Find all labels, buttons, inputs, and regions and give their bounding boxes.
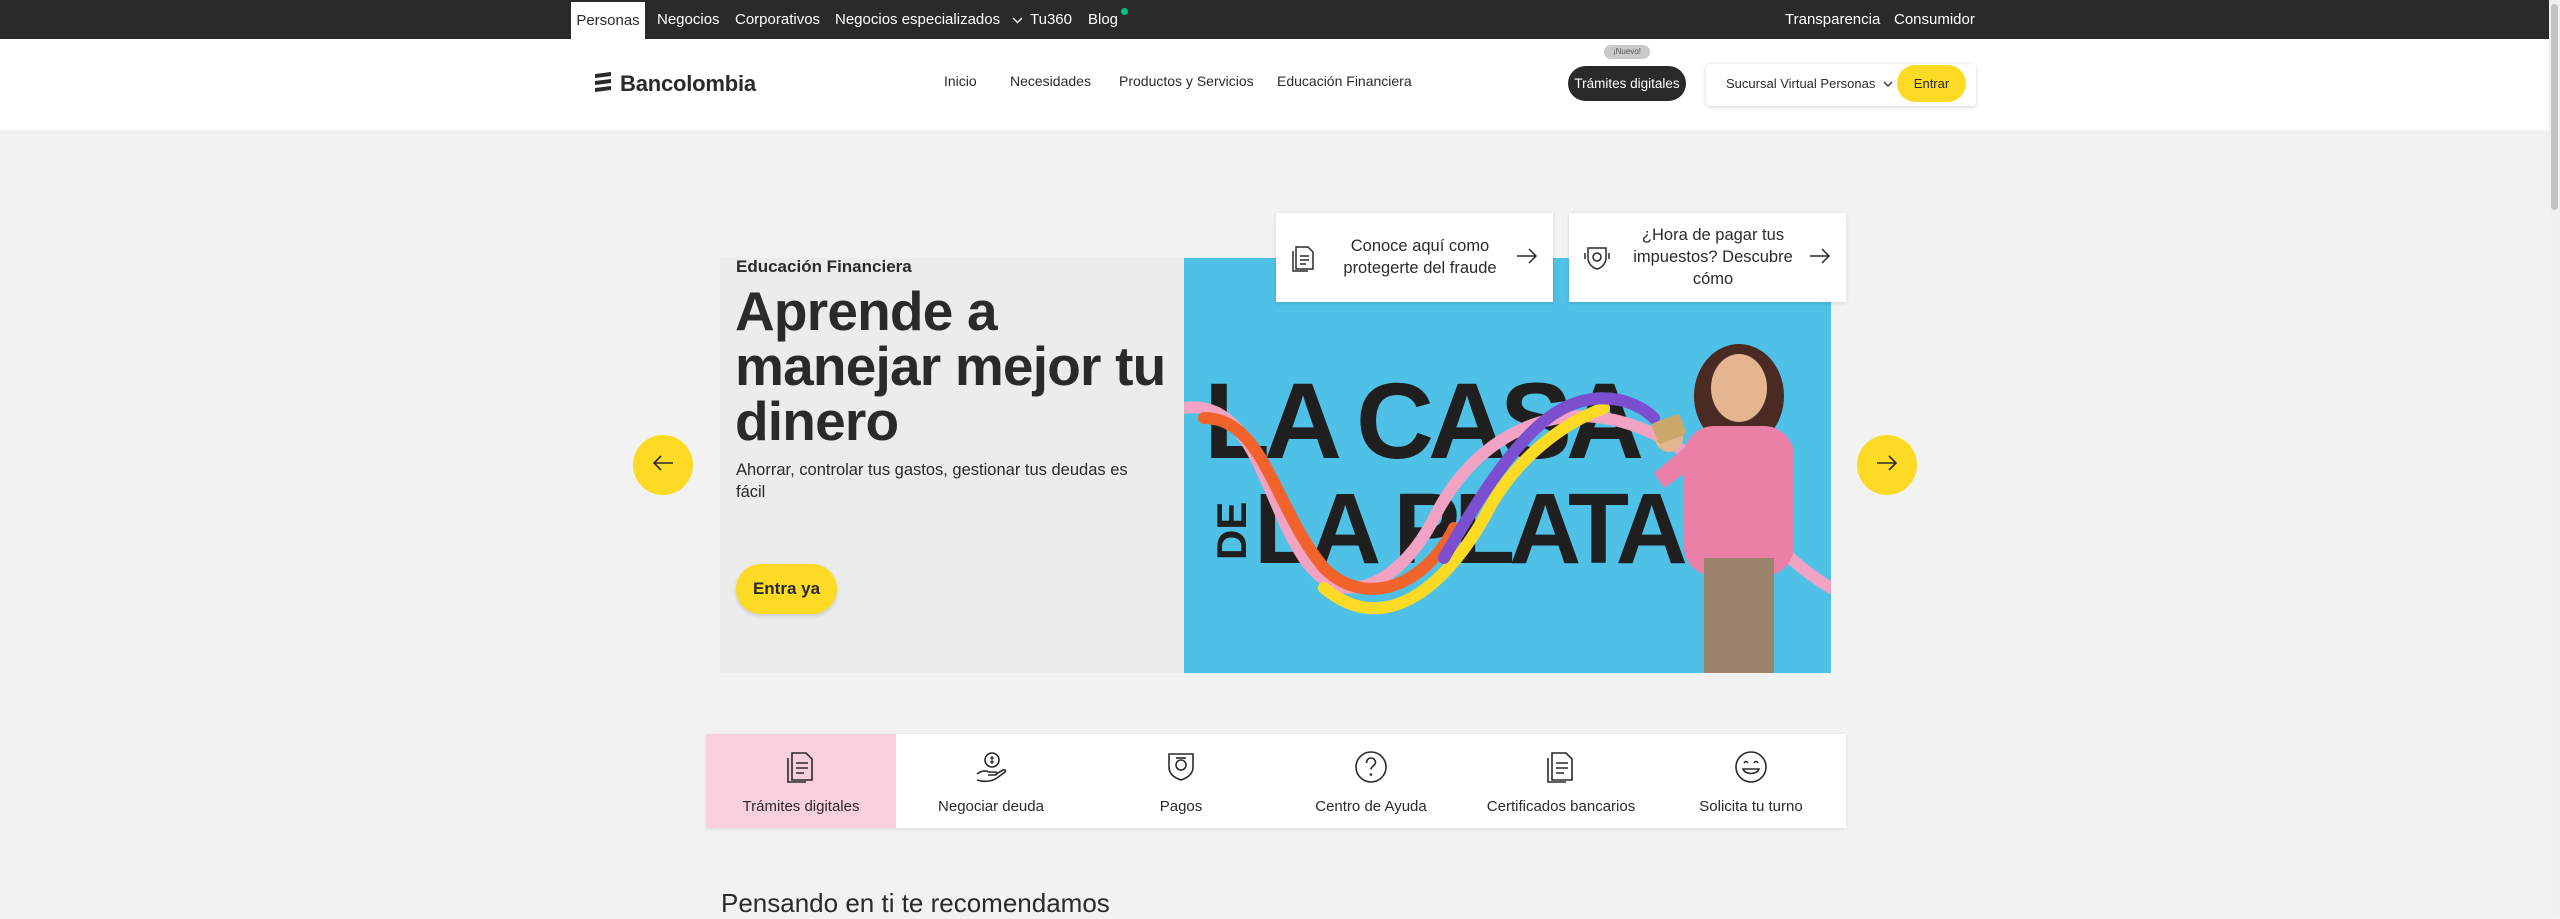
quick-pagos-label: Pagos <box>1159 798 1203 815</box>
quick-tramites-digitales-label: Trámites digitales <box>742 798 860 815</box>
arrow-left-icon <box>652 454 674 477</box>
document-icon <box>1290 244 1318 277</box>
scrollbar-thumb[interactable] <box>2551 4 2558 210</box>
hero-title: Aprende a manejar mejor tu dinero <box>735 280 1166 452</box>
carousel-next-button[interactable] <box>1857 435 1917 495</box>
impuestos-card-text: ¿Hora de pagar tus impuestos? Descubre c… <box>1633 226 1793 288</box>
smile-icon <box>1734 750 1768 784</box>
segment-negocios[interactable]: Negocios <box>657 0 720 39</box>
quick-pagos[interactable]: Pagos <box>1086 734 1276 828</box>
quick-access-bar: Trámites digitales Negociar deuda Pagos … <box>706 734 1846 828</box>
quick-negociar-deuda-label: Negociar deuda <box>938 798 1044 815</box>
entra-ya-button[interactable]: Entra ya <box>736 564 837 614</box>
quick-solicita-turno-label: Solicita tu turno <box>1699 798 1803 815</box>
quick-tramites-digitales[interactable]: Trámites digitales <box>706 734 896 828</box>
quick-solicita-turno[interactable]: Solicita tu turno <box>1656 734 1846 828</box>
impuestos-card[interactable]: ¿Hora de pagar tus impuestos? Descubre c… <box>1569 213 1846 302</box>
quick-centro-ayuda-label: Centro de Ayuda <box>1315 798 1427 815</box>
hero-description: Ahorrar, controlar tus gastos, gestionar… <box>736 461 1128 501</box>
new-badge: ¡Nuevo! <box>1604 45 1650 59</box>
segment-blog-label: Blog <box>1088 11 1119 28</box>
segment-corporativos[interactable]: Corporativos <box>735 0 820 39</box>
top-bar: Personas Negocios Corporativos Negocios … <box>0 0 2560 39</box>
nav-necesidades[interactable]: Necesidades <box>1010 73 1091 89</box>
chevron-down-icon <box>1883 76 1893 91</box>
brand-name: Bancolombia <box>620 71 756 96</box>
segment-tu360[interactable]: Tu360 <box>1030 0 1072 39</box>
hero-image: LA CASA DE LA PLATA <box>1184 258 1831 673</box>
entrar-button[interactable]: Entrar <box>1897 65 1966 102</box>
hero-eyebrow: Educación Financiera <box>736 257 912 276</box>
link-transparencia[interactable]: Transparencia <box>1785 0 1880 39</box>
segment-negocios-especializados[interactable]: Negocios especializados <box>835 0 1023 39</box>
quick-certificados-bancarios-label: Certificados bancarios <box>1486 798 1636 815</box>
certificate-icon <box>1544 750 1578 784</box>
nav-educacion-financiera[interactable]: Educación Financiera <box>1277 73 1412 89</box>
quick-certificados-bancarios[interactable]: Certificados bancarios <box>1466 734 1656 828</box>
arrow-right-icon <box>1809 247 1831 270</box>
fraude-card[interactable]: Conoce aquí como protegerte del fraude <box>1276 213 1553 302</box>
quick-negociar-deuda[interactable]: Negociar deuda <box>896 734 1086 828</box>
document-icon <box>784 750 818 784</box>
brand-logo[interactable]: Bancolombia <box>592 70 756 98</box>
payment-icon <box>1164 750 1198 784</box>
nav-inicio[interactable]: Inicio <box>944 73 977 89</box>
image-text-de: DE <box>1208 502 1255 560</box>
new-dot-icon <box>1121 8 1129 15</box>
sucursal-virtual-label: Sucursal Virtual Personas <box>1726 76 1876 91</box>
tramites-digitales-button[interactable]: Trámites digitales <box>1568 66 1686 101</box>
chevron-down-icon <box>1012 0 1023 39</box>
fraude-card-text: Conoce aquí como protegerte del fraude <box>1343 237 1497 277</box>
recommendations-title: Pensando en ti te recomendamos <box>721 888 1110 918</box>
quick-centro-ayuda[interactable]: Centro de Ayuda <box>1276 734 1466 828</box>
bancolombia-logo-icon <box>592 71 614 98</box>
sucursal-virtual-dropdown[interactable]: Sucursal Virtual Personas <box>1726 76 1893 91</box>
question-icon <box>1354 750 1388 784</box>
arrow-right-icon <box>1876 454 1898 477</box>
carousel-prev-button[interactable] <box>633 435 693 495</box>
money-hand-icon <box>974 750 1008 784</box>
link-consumidor[interactable]: Consumidor <box>1894 0 1975 39</box>
segment-blog[interactable]: Blog <box>1088 0 1129 39</box>
segment-personas[interactable]: Personas <box>571 2 645 39</box>
arrow-right-icon <box>1516 247 1538 270</box>
tax-icon <box>1583 244 1611 277</box>
segment-negocios-especializados-label: Negocios especializados <box>835 11 1001 28</box>
la-casa-de-la-plata-illustration: LA CASA DE LA PLATA <box>1184 258 1831 673</box>
nav-productos-servicios[interactable]: Productos y Servicios <box>1119 73 1254 89</box>
